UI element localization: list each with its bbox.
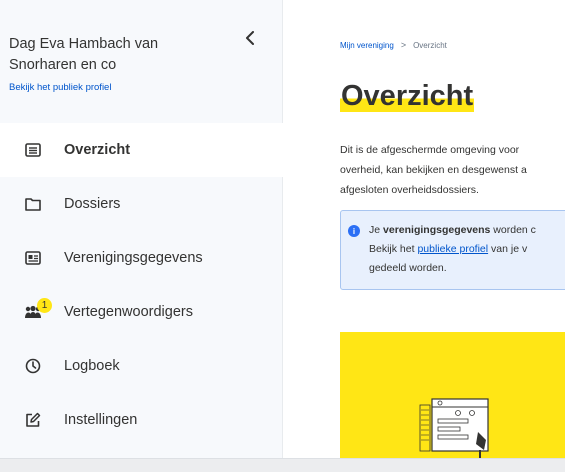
breadcrumb-root-link[interactable]: Mijn vereniging <box>340 41 394 50</box>
sidebar-nav: Overzicht Dossiers Verenigingsgegevens 1… <box>0 123 283 447</box>
main-content: Mijn vereniging > Overzicht Overzicht Di… <box>284 0 565 458</box>
collapse-sidebar-button[interactable] <box>240 28 260 48</box>
sidebar: Dag Eva Hambach van Snorharen en co Beki… <box>0 0 283 458</box>
info-callout: i Je verenigingsgegevens worden c Bekijk… <box>340 210 565 290</box>
bottom-bar <box>0 458 565 472</box>
public-profile-inline-link[interactable]: publieke profiel <box>417 243 488 255</box>
chevron-left-icon <box>246 31 254 45</box>
info-callout-text: Je verenigingsgegevens worden c Bekijk h… <box>369 221 536 278</box>
breadcrumb-current: Overzicht <box>413 40 447 50</box>
sidebar-item-label: Dossiers <box>64 196 121 212</box>
sidebar-item-verenigingsgegevens[interactable]: Verenigingsgegevens <box>0 231 283 285</box>
sidebar-item-label: Verenigingsgegevens <box>64 250 203 266</box>
info-bold-term: verenigingsgegevens <box>383 224 491 236</box>
info-line2-prefix: Bekijk het <box>369 243 418 255</box>
info-line-2: Bekijk het publieke profiel van je v <box>369 240 536 259</box>
org-header: Dag Eva Hambach van Snorharen en co <box>9 34 249 76</box>
sidebar-item-label: Instellingen <box>64 412 138 428</box>
info-line2-suffix: van je v <box>488 243 528 255</box>
folder-icon <box>24 195 42 213</box>
sidebar-item-dossiers[interactable]: Dossiers <box>0 177 283 231</box>
document-illustration-icon <box>419 398 489 458</box>
hero-illustration <box>340 332 565 458</box>
id-card-icon <box>24 249 42 267</box>
page-title: Overzicht <box>340 80 475 113</box>
breadcrumb-separator: > <box>400 40 407 50</box>
public-profile-link[interactable]: Bekijk het publiek profiel <box>9 82 111 93</box>
page-title-text: Overzicht <box>340 80 475 112</box>
org-name: Dag Eva Hambach van Snorharen en co <box>9 36 159 73</box>
list-icon <box>24 141 42 159</box>
notification-badge: 1 <box>37 298 52 313</box>
breadcrumb: Mijn vereniging > Overzicht <box>340 40 447 50</box>
sidebar-item-overzicht[interactable]: Overzicht <box>0 123 283 177</box>
info-icon: i <box>348 225 360 237</box>
info-prefix: Je <box>369 224 384 236</box>
edit-icon <box>24 411 42 429</box>
info-line-1: Je verenigingsgegevens worden c <box>369 221 536 240</box>
sidebar-item-label: Logboek <box>64 358 120 374</box>
sidebar-item-label: Vertegenwoordigers <box>64 304 193 320</box>
info-suffix: worden c <box>490 224 536 236</box>
sidebar-item-instellingen[interactable]: Instellingen <box>0 393 283 447</box>
sidebar-item-label: Overzicht <box>64 142 131 158</box>
sidebar-item-vertegenwoordigers[interactable]: 1 Vertegenwoordigers <box>0 285 283 339</box>
sidebar-item-logboek[interactable]: Logboek <box>0 339 283 393</box>
clock-icon <box>24 357 42 375</box>
info-line-3: gedeeld worden. <box>369 262 447 274</box>
intro-line: overheid, kan bekijken en desgewenst a <box>340 164 527 176</box>
intro-text: Dit is de afgeschermde omgeving voor ove… <box>340 140 565 200</box>
intro-line: Dit is de afgeschermde omgeving voor <box>340 144 520 156</box>
intro-line: afgesloten overheidsdossiers. <box>340 184 479 196</box>
